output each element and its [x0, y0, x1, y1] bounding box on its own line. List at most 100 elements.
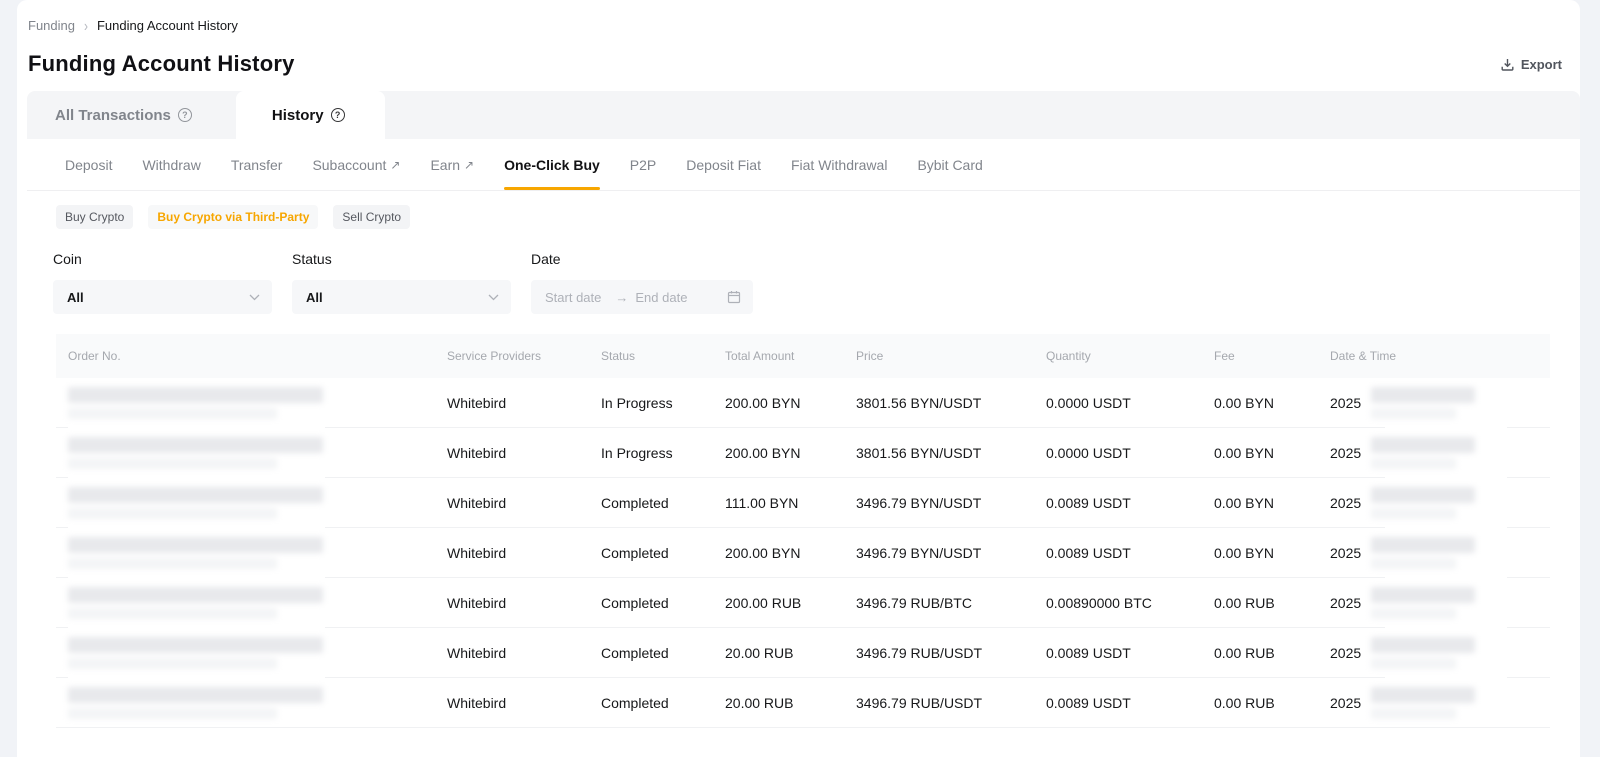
order-no-cell	[68, 387, 447, 419]
subtab-one-click-buy[interactable]: One-Click Buy	[504, 139, 600, 190]
transactions-table: Order No.Service ProvidersStatusTotal Am…	[56, 334, 1550, 728]
subtab-label: Bybit Card	[917, 157, 982, 173]
order-no-cell	[68, 687, 447, 719]
redaction-block	[1371, 508, 1456, 519]
redaction-block	[68, 408, 277, 419]
quantity-cell: 0.0000 USDT	[1046, 395, 1214, 411]
price-cell: 3496.79 BYN/USDT	[856, 545, 1046, 561]
column-header-quantity: Quantity	[1046, 349, 1214, 363]
redaction-block	[1371, 587, 1475, 603]
price-cell: 3496.79 BYN/USDT	[856, 495, 1046, 511]
subtab-fiat-withdrawal[interactable]: Fiat Withdrawal	[791, 139, 887, 190]
coin-select[interactable]: All	[53, 280, 272, 314]
download-icon	[1500, 57, 1515, 72]
redaction-block	[68, 487, 323, 503]
redaction-block	[1371, 687, 1475, 703]
quantity-cell: 0.00890000 BTC	[1046, 595, 1214, 611]
status-filter-label: Status	[292, 251, 511, 267]
redaction-block	[68, 508, 277, 519]
date-range-input[interactable]: Start date → End date	[531, 280, 753, 314]
redacted-value	[1371, 637, 1475, 669]
subtab-label: Subaccount	[312, 157, 386, 173]
quantity-cell: 0.0089 USDT	[1046, 645, 1214, 661]
redaction-block	[1371, 608, 1456, 619]
price-cell: 3496.79 RUB/USDT	[856, 695, 1046, 711]
status-cell: Completed	[601, 695, 725, 711]
total-amount-cell: 20.00 RUB	[725, 695, 856, 711]
redacted-value	[68, 487, 323, 519]
redaction-block	[68, 458, 277, 469]
redacted-value	[1371, 587, 1475, 619]
subtab-earn[interactable]: Earn↗	[430, 139, 474, 190]
tab-label: History	[272, 107, 324, 124]
subtab-p2p[interactable]: P2P	[630, 139, 656, 190]
date-filter-label: Date	[531, 251, 753, 267]
date-year: 2025	[1330, 445, 1361, 461]
price-cell: 3496.79 RUB/BTC	[856, 595, 1046, 611]
breadcrumb-funding[interactable]: Funding	[28, 18, 75, 33]
redacted-value	[1371, 537, 1475, 569]
subtab-subaccount[interactable]: Subaccount↗	[312, 139, 400, 190]
redacted-value	[68, 537, 323, 569]
pill-sell-crypto[interactable]: Sell Crypto	[333, 205, 410, 229]
column-header-price: Price	[856, 349, 1046, 363]
pill-buy-crypto[interactable]: Buy Crypto	[56, 205, 133, 229]
status-select[interactable]: All	[292, 280, 511, 314]
help-circle-icon	[178, 108, 192, 122]
end-date-placeholder: End date	[635, 290, 727, 305]
pill-buy-crypto-via-third-party[interactable]: Buy Crypto via Third-Party	[148, 205, 318, 229]
price-cell: 3496.79 RUB/USDT	[856, 645, 1046, 661]
status-select-value: All	[306, 290, 488, 305]
total-amount-cell: 200.00 BYN	[725, 445, 856, 461]
redaction-block	[1371, 387, 1475, 403]
fee-cell: 0.00 RUB	[1214, 695, 1330, 711]
status-filter: Status All	[292, 251, 511, 314]
subtab-deposit[interactable]: Deposit	[65, 139, 112, 190]
subtab-bybit-card[interactable]: Bybit Card	[917, 139, 982, 190]
column-header-fee: Fee	[1214, 349, 1330, 363]
date-year: 2025	[1330, 595, 1361, 611]
date-time-cell: 2025	[1330, 587, 1550, 619]
status-cell: In Progress	[601, 445, 725, 461]
subtab-bar: Deposit Withdraw Transfer Subaccount↗ Earn↗ O…	[27, 139, 1580, 191]
redacted-value	[68, 637, 323, 669]
redaction-block	[68, 608, 277, 619]
subtab-label: One-Click Buy	[504, 157, 600, 173]
redaction-block	[68, 637, 323, 653]
date-year: 2025	[1330, 695, 1361, 711]
tab-history[interactable]: History	[236, 91, 385, 139]
order-no-cell	[68, 537, 447, 569]
subtab-deposit-fiat[interactable]: Deposit Fiat	[686, 139, 761, 190]
total-amount-cell: 111.00 BYN	[725, 495, 856, 511]
subtab-withdraw[interactable]: Withdraw	[142, 139, 200, 190]
fee-cell: 0.00 RUB	[1214, 645, 1330, 661]
column-header-status: Status	[601, 349, 725, 363]
date-time-cell: 2025	[1330, 387, 1550, 419]
provider-cell: Whitebird	[447, 495, 601, 511]
provider-cell: Whitebird	[447, 645, 601, 661]
subtab-transfer[interactable]: Transfer	[231, 139, 283, 190]
redaction-block	[68, 537, 323, 553]
status-cell: Completed	[601, 495, 725, 511]
export-button[interactable]: Export	[1500, 57, 1562, 72]
redacted-value	[68, 587, 323, 619]
total-amount-cell: 200.00 BYN	[725, 395, 856, 411]
coin-filter-label: Coin	[53, 251, 272, 267]
tab-all-transactions[interactable]: All Transactions	[27, 91, 236, 139]
date-time-cell: 2025	[1330, 437, 1550, 469]
redaction-block	[68, 687, 323, 703]
redacted-value	[1371, 487, 1475, 519]
order-no-cell	[68, 487, 447, 519]
redacted-value	[68, 387, 323, 419]
fee-cell: 0.00 BYN	[1214, 445, 1330, 461]
redaction-block	[68, 708, 277, 719]
redaction-block	[1371, 487, 1475, 503]
provider-cell: Whitebird	[447, 595, 601, 611]
tab-bar: All Transactions History	[27, 91, 1580, 139]
filter-row: Coin All Status All Date Start date →	[17, 229, 1580, 314]
breadcrumb-chevron-icon: ›	[84, 16, 88, 34]
redaction-block	[1371, 437, 1475, 453]
subtab-label: Transfer	[231, 157, 283, 173]
column-header-order-no: Order No.	[68, 349, 447, 363]
table-body: WhitebirdIn Progress200.00 BYN3801.56 BY…	[56, 378, 1550, 728]
